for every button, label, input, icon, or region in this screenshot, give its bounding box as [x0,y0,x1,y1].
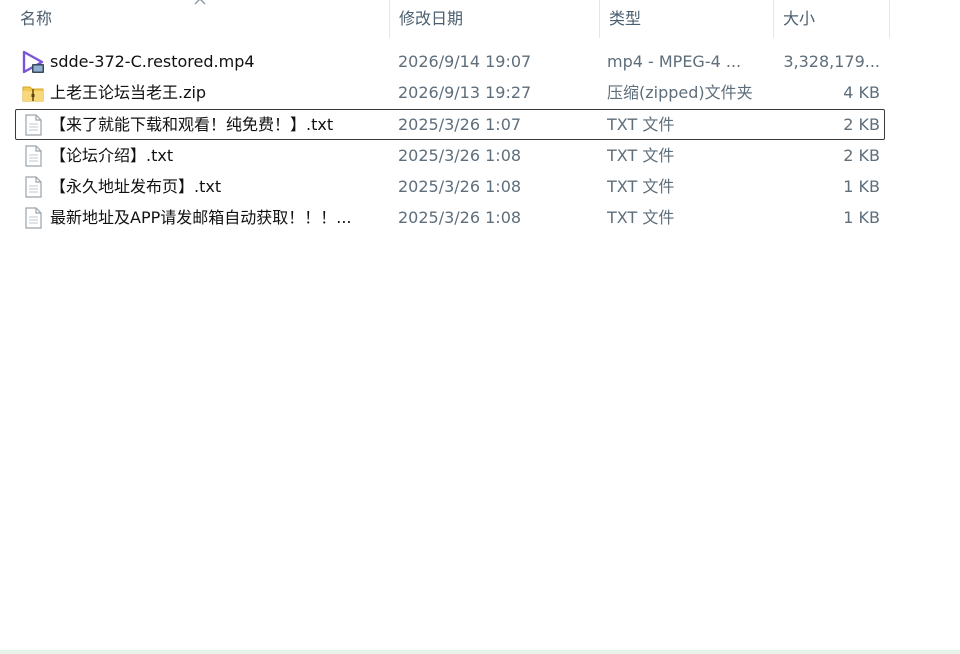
file-name: 【来了就能下载和观看！纯免费！】.txt [50,115,334,134]
file-explorer-list-view: 名称 修改日期 类型 大小 sdde-372-C.restored.mp4 20… [0,0,960,654]
text-file-icon [25,207,42,229]
file-size: 2 KB [843,115,880,134]
file-name: 【永久地址发布页】.txt [50,177,222,196]
column-header-type[interactable]: 类型 [599,0,773,38]
file-row-txt-focused[interactable]: 【来了就能下载和观看！纯免费！】.txt 2025/3/26 1:07 TXT … [15,109,885,140]
file-name: 上老王论坛当老王.zip [50,83,207,102]
file-size: 4 KB [843,83,880,102]
file-size: 3,328,179... [783,52,880,71]
column-header-size[interactable]: 大小 [773,0,889,38]
file-modified-date: 2025/3/26 1:08 [398,208,522,227]
file-modified-date: 2025/3/26 1:08 [398,146,522,165]
file-row-txt[interactable]: 【永久地址发布页】.txt 2025/3/26 1:08 TXT 文件 1 KB [15,171,885,202]
file-modified-date: 2026/9/14 19:07 [398,52,532,71]
zip-folder-icon [22,86,44,102]
column-header-bar: 名称 修改日期 类型 大小 [0,0,960,38]
file-row-video[interactable]: sdde-372-C.restored.mp4 2026/9/14 19:07 … [15,46,885,77]
file-type: 压缩(zipped)文件夹 [607,83,753,102]
sort-ascending-icon [194,0,206,5]
file-row-zip[interactable]: 上老王论坛当老王.zip 2026/9/13 19:27 压缩(zipped)文… [15,77,885,108]
file-name: 最新地址及APP请发邮箱自动获取！！！... [50,208,352,227]
text-file-icon [25,176,42,198]
file-modified-date: 2025/3/26 1:07 [398,115,522,134]
column-divider[interactable] [889,0,890,38]
column-header-name[interactable]: 名称 [10,0,388,38]
file-row-txt[interactable]: 最新地址及APP请发邮箱自动获取！！！... 2025/3/26 1:08 TX… [15,202,885,233]
file-size: 2 KB [843,146,880,165]
file-type: TXT 文件 [607,177,675,196]
video-file-icon [22,50,44,74]
file-modified-date: 2026/9/13 19:27 [398,83,532,102]
column-header-date[interactable]: 修改日期 [389,0,599,38]
text-file-icon [25,114,42,136]
bottom-edge [0,650,960,654]
file-type: TXT 文件 [607,146,675,165]
file-name: sdde-372-C.restored.mp4 [50,52,255,71]
file-type: TXT 文件 [607,208,675,227]
file-name: 【论坛介绍】.txt [50,146,174,165]
file-type: mp4 - MPEG-4 ... [607,52,742,71]
text-file-icon [25,145,42,167]
file-type: TXT 文件 [607,115,675,134]
file-modified-date: 2025/3/26 1:08 [398,177,522,196]
file-row-txt[interactable]: 【论坛介绍】.txt 2025/3/26 1:08 TXT 文件 2 KB [15,140,885,171]
file-size: 1 KB [843,208,880,227]
file-size: 1 KB [843,177,880,196]
